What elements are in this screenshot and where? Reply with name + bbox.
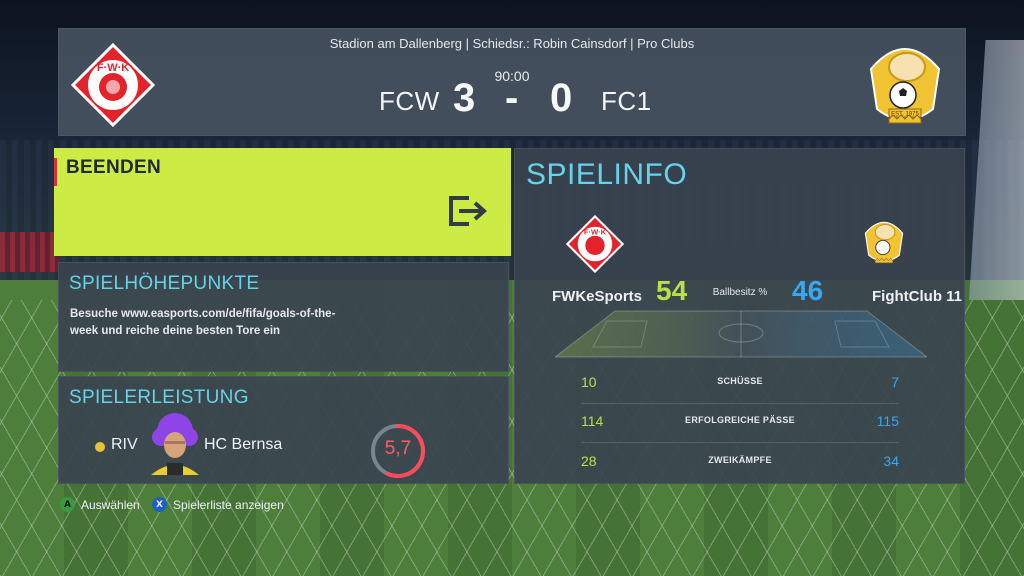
match-info-panel: SPIELINFO F·W·K FWKeSports 54 Ballbesitz…: [514, 148, 965, 484]
away-team-name: FightClub 11: [872, 288, 962, 305]
home-possession: 54: [656, 275, 688, 306]
away-team-abbr: FC1: [601, 86, 652, 116]
home-stat-value: 28: [581, 453, 597, 469]
position-indicator-icon: [95, 442, 105, 452]
possession-pitch-graphic: [555, 310, 927, 358]
svg-text:F·W·K: F·W·K: [584, 227, 607, 236]
home-team-name: FWKeSports: [552, 288, 642, 305]
away-score: 0: [550, 76, 573, 120]
highlights-panel[interactable]: SPIELHÖHEPUNKTE Besuche www.easports.com…: [58, 262, 509, 372]
player-performance-title: SPIELERLEISTUNG: [69, 387, 249, 408]
home-stat-value: 114: [581, 413, 604, 429]
stat-row-tackles: 28 ZWEIKÄMPFE 34: [581, 449, 899, 471]
row-divider: [581, 442, 899, 443]
floodlight-background: [969, 40, 1024, 300]
possession-label: Ballbesitz %: [712, 287, 768, 298]
roster-hint[interactable]: X Spielerliste anzeigen: [152, 497, 284, 512]
match-info-title: SPIELINFO: [526, 158, 688, 191]
roster-hint-label: Spielerliste anzeigen: [173, 497, 284, 512]
stat-row-shots: 10 SCHÜSSE 7: [581, 370, 899, 404]
player-avatar: [143, 411, 207, 475]
highlights-title: SPIELHÖHEPUNKTE: [69, 273, 260, 294]
focus-accent-bar: [54, 158, 57, 186]
highlights-description: Besuche www.easports.com/de/fifa/goals-o…: [70, 308, 336, 337]
away-stat-value: 34: [883, 453, 899, 469]
match-venue-line: Stadion am Dallenberg | Schiedsr.: Robin…: [329, 36, 695, 51]
row-divider: [581, 403, 899, 404]
away-stat-value: 7: [891, 374, 899, 390]
stat-row-passes: 114 ERFOLGREICHE PÄSSE 115: [581, 409, 899, 443]
stat-label: SCHÜSSE: [717, 376, 763, 386]
score-separator: -: [505, 76, 519, 120]
select-hint-label: Auswählen: [81, 497, 140, 512]
select-hint[interactable]: A Auswählen: [60, 497, 140, 512]
away-club-logo-small: [861, 211, 907, 273]
away-possession: 46: [792, 275, 824, 306]
player-name: HC Bernsa: [204, 436, 283, 453]
away-stat-value: 115: [876, 413, 899, 429]
x-button-icon: X: [152, 497, 167, 512]
home-score: 3: [453, 76, 476, 120]
player-position: RIV: [111, 436, 138, 453]
stat-label: ERFOLGREICHE PÄSSE: [685, 415, 795, 425]
exit-button[interactable]: BEENDEN: [54, 148, 511, 256]
player-performance-panel[interactable]: SPIELERLEISTUNG RIV HC Bernsa 5,7: [58, 376, 509, 484]
home-club-logo-small: F·W·K: [565, 214, 625, 274]
exit-icon: [447, 194, 491, 228]
player-rating: 5,7: [384, 438, 412, 459]
home-club-logo: F·W·K: [70, 42, 156, 128]
home-team-abbr: FCW: [379, 86, 440, 116]
home-stat-value: 10: [581, 374, 597, 390]
a-button-icon: A: [60, 497, 75, 512]
stadium-crowd-background: [0, 232, 60, 272]
exit-title: BEENDEN: [66, 157, 162, 178]
away-club-logo: EST. 1975: [863, 39, 947, 131]
stat-label: ZWEIKÄMPFE: [708, 455, 772, 465]
scoreboard: F·W·K Stadion am Dallenberg | Schiedsr.:…: [58, 28, 966, 136]
